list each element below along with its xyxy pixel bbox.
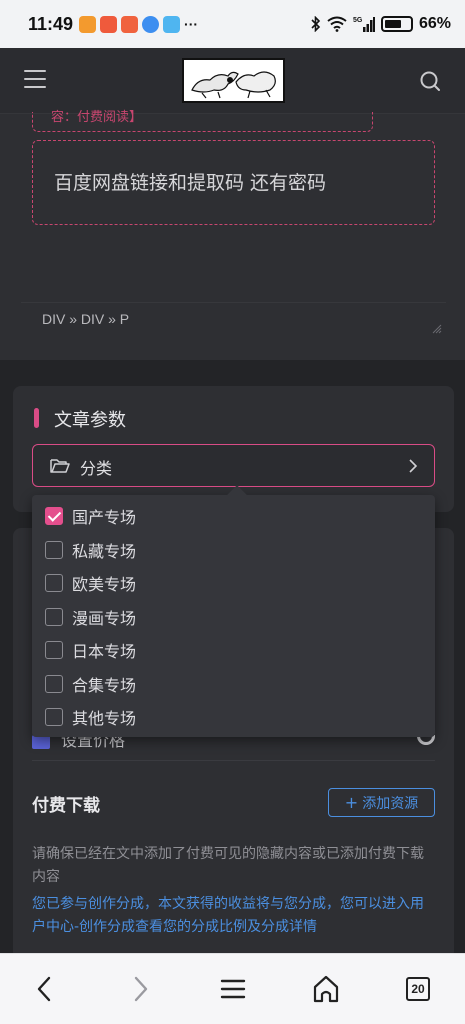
category-option-label: 日本专场 [72, 642, 137, 661]
hidden-content-box-top: 容：付费阅读】 [32, 110, 373, 132]
checkbox[interactable] [45, 607, 63, 626]
battery-percent: 66% [418, 15, 451, 32]
app-notification-icon [163, 15, 181, 33]
wifi-icon [327, 16, 347, 32]
search-icon[interactable] [419, 70, 441, 92]
status-bar: 11:49 ··· 5G 66% [0, 0, 465, 48]
app-notification-icon [142, 15, 160, 33]
menu-icon[interactable] [218, 974, 248, 1004]
forward-icon[interactable] [125, 974, 155, 1004]
browser-bottom-nav: 20 [0, 953, 465, 1024]
article-editor: 容：付费阅读】 百度网盘链接和提取码 还有密码 DIV » DIV » P [0, 110, 465, 360]
folder-open-icon [50, 459, 70, 473]
category-option[interactable]: 日本专场 [45, 635, 136, 665]
resize-handle-icon[interactable] [432, 324, 442, 334]
category-option[interactable]: 合集专场 [45, 669, 136, 699]
chevron-right-icon [409, 459, 418, 473]
paid-download-note: 请确保已经在文中添加了付费可见的隐藏内容或已添加付费下载内容 [32, 846, 424, 885]
category-option[interactable]: 其他专场 [45, 702, 136, 732]
site-logo[interactable] [182, 58, 285, 103]
checkbox[interactable] [45, 540, 63, 559]
site-header [0, 48, 465, 114]
editor-path-bar: DIV » DIV » P [21, 302, 446, 338]
plus-icon: + [344, 793, 359, 812]
battery-fill [384, 20, 401, 28]
category-option[interactable]: 国产专场 [45, 501, 136, 531]
hidden-content-label: 容：付费阅读】 [51, 110, 143, 125]
title-accent-bar [34, 408, 39, 428]
category-dropdown: 国产专场私藏专场欧美专场漫画专场日本专场合集专场其他专场 [32, 485, 435, 737]
app-notification-icon [100, 15, 118, 33]
creator-split-note[interactable]: 您已参与创作分成，本文获得的收益将与您分成，您可以进入用户中心-创作分成查看您的… [32, 893, 437, 939]
signal-icon: 5G [353, 17, 375, 32]
card-title: 文章参数 [54, 410, 126, 431]
app-notification-icon [121, 15, 139, 33]
checkbox[interactable] [45, 708, 63, 726]
category-option-label: 国产专场 [72, 508, 137, 527]
site-logo-illustration [184, 60, 283, 101]
hidden-content-text[interactable]: 百度网盘链接和提取码 还有密码 [54, 168, 326, 195]
status-right: 5G 66% [311, 15, 451, 33]
hamburger-icon[interactable] [24, 70, 46, 90]
bluetooth-icon [311, 16, 321, 32]
price-icon [32, 735, 50, 749]
category-select[interactable]: 分类 [32, 444, 435, 487]
checkbox[interactable] [45, 574, 63, 592]
category-option-label: 欧美专场 [72, 575, 137, 594]
add-resource-button[interactable]: + 添加资源 [328, 788, 435, 817]
checkbox[interactable] [45, 641, 63, 659]
battery-icon [380, 16, 413, 32]
category-option[interactable]: 私藏专场 [45, 535, 136, 565]
category-option-label: 漫画专场 [72, 608, 137, 628]
category-option-label: 私藏专场 [72, 541, 137, 561]
back-icon[interactable] [30, 974, 60, 1004]
checkbox[interactable] [45, 674, 63, 693]
price-label: 设置价格 [61, 735, 126, 750]
home-icon[interactable] [311, 974, 341, 1004]
app-notification-icon [79, 15, 97, 33]
more-notifications: ··· [184, 16, 199, 32]
add-resource-label: 添加资源 [362, 795, 419, 812]
hidden-content-box[interactable]: 百度网盘链接和提取码 还有密码 [32, 140, 435, 225]
category-option-label: 合集专场 [72, 675, 137, 695]
status-time: 11:49 [28, 13, 74, 34]
tabs-count-button[interactable]: 20 [406, 977, 430, 1001]
category-option[interactable]: 漫画专场 [45, 602, 136, 632]
checkbox-checked[interactable] [45, 507, 63, 525]
category-option[interactable]: 欧美专场 [45, 568, 136, 598]
category-label: 分类 [80, 459, 113, 478]
element-path: DIV » DIV » P [42, 311, 130, 327]
paid-download-title: 付费下载 [32, 796, 100, 816]
category-option-label: 其他专场 [72, 709, 137, 728]
price-setting-row[interactable]: 设置价格 [32, 735, 435, 761]
svg-text:5G: 5G [353, 17, 363, 24]
notification-icons [79, 15, 181, 33]
